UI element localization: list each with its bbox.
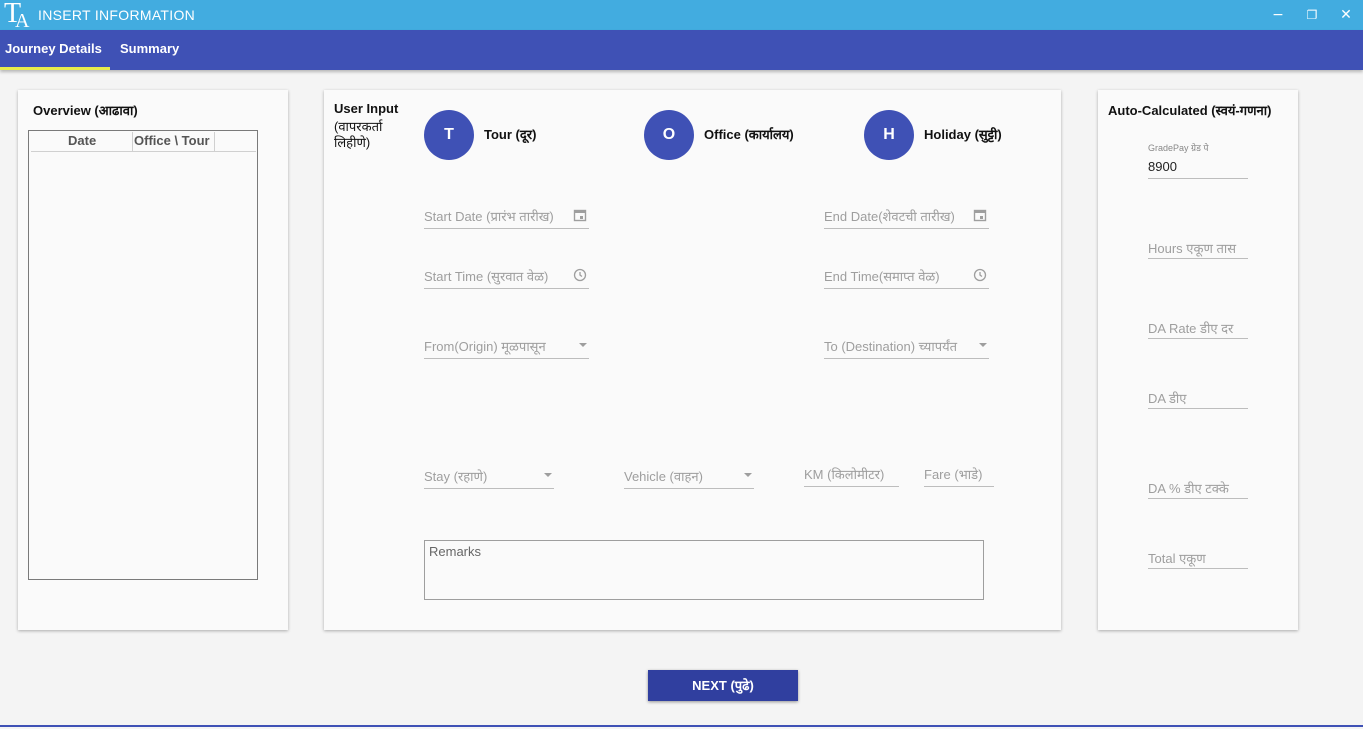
overview-card: Overview (आढावा) Date Office \ Tour (18, 90, 288, 630)
gradepay-label: GradePay ग्रेड पे (1148, 143, 1209, 153)
dropdown-arrow-icon[interactable] (579, 343, 587, 347)
office-label[interactable]: Office (कार्यालय) (704, 125, 794, 143)
vehicle-placeholder: Vehicle (वाहन) (624, 469, 703, 484)
column-separator (214, 132, 215, 152)
from-origin-dropdown[interactable]: From(Origin) मूळपासून (424, 335, 589, 359)
overview-grid[interactable]: Date Office \ Tour (28, 130, 258, 580)
tab-journey-details[interactable]: Journey Details (5, 41, 102, 56)
close-icon[interactable]: ✕ (1336, 5, 1356, 25)
dropdown-arrow-icon[interactable] (979, 343, 987, 347)
start-time-placeholder: Start Time (सुरवात वेळ) (424, 269, 549, 284)
km-input[interactable]: KM (किलोमीटर) (804, 463, 899, 487)
fare-input[interactable]: Fare (भाडे) (924, 463, 994, 487)
da-rate-placeholder: DA Rate डीए दर (1148, 321, 1234, 336)
tour-icon[interactable]: T (424, 110, 474, 160)
start-date-placeholder: Start Date (प्रारंभ तारीख) (424, 209, 554, 224)
gradepay-value: 8900 (1148, 159, 1177, 174)
calendar-icon[interactable] (573, 208, 587, 222)
column-header-date[interactable]: Date (68, 133, 96, 148)
auto-calculated-title: Auto-Calculated (स्वयं-गणना) (1108, 103, 1272, 118)
da-field[interactable]: DA डीए (1148, 389, 1248, 409)
total-field[interactable]: Total एकूण (1148, 549, 1248, 569)
end-time-picker[interactable]: End Time(समाप्त वेळ) (824, 265, 989, 289)
overview-title: Overview (आढावा) (33, 103, 138, 118)
bottom-border (0, 725, 1363, 727)
tour-label[interactable]: Tour (दूर) (484, 125, 536, 143)
hours-placeholder: Hours एकूण तास (1148, 241, 1237, 256)
da-rate-field[interactable]: DA Rate डीए दर (1148, 319, 1248, 339)
remarks-placeholder: Remarks (429, 544, 482, 559)
end-time-placeholder: End Time(समाप्त वेळ) (824, 269, 940, 284)
holiday-label[interactable]: Holiday (सुट्टी) (924, 125, 1002, 143)
da-placeholder: DA डीए (1148, 391, 1187, 406)
clock-icon[interactable] (573, 268, 587, 282)
vehicle-dropdown[interactable]: Vehicle (वाहन) (624, 465, 754, 489)
from-placeholder: From(Origin) मूळपासून (424, 339, 546, 354)
calendar-icon[interactable] (973, 208, 987, 222)
auto-calculated-card: Auto-Calculated (स्वयं-गणना) GradePay ग्… (1098, 90, 1298, 630)
office-icon[interactable]: O (644, 110, 694, 160)
start-time-picker[interactable]: Start Time (सुरवात वेळ) (424, 265, 589, 289)
grid-header: Date Office \ Tour (31, 132, 256, 152)
end-date-placeholder: End Date(शेवटची तारीख) (824, 209, 955, 224)
stay-placeholder: Stay (रहाणे) (424, 469, 488, 484)
user-input-title-line3: लिहीणे) (334, 135, 371, 150)
km-placeholder: KM (किलोमीटर) (804, 467, 885, 482)
app-logo: T A (2, 0, 32, 32)
minimize-icon[interactable]: − (1268, 5, 1288, 25)
user-input-title-line1: User Input (334, 101, 399, 116)
stay-dropdown[interactable]: Stay (रहाणे) (424, 465, 554, 489)
start-date-picker[interactable]: Start Date (प्रारंभ तारीख) (424, 205, 589, 229)
title-bar: T A INSERT INFORMATION − ❐ ✕ (0, 0, 1363, 32)
dropdown-arrow-icon[interactable] (744, 473, 752, 477)
tab-bar: Journey Details Summary (0, 30, 1363, 70)
gradepay-field[interactable]: 8900 (1148, 159, 1248, 179)
holiday-icon[interactable]: H (864, 110, 914, 160)
da-percent-field[interactable]: DA % डीए टक्के (1148, 479, 1248, 499)
da-percent-placeholder: DA % डीए टक्के (1148, 481, 1229, 496)
dropdown-arrow-icon[interactable] (544, 473, 552, 477)
restore-icon[interactable]: ❐ (1302, 5, 1322, 25)
to-destination-dropdown[interactable]: To (Destination) च्यापर्यंत (824, 335, 989, 359)
tab-summary[interactable]: Summary (120, 41, 179, 56)
clock-icon[interactable] (973, 268, 987, 282)
to-placeholder: To (Destination) च्यापर्यंत (824, 339, 958, 354)
next-button[interactable]: NEXT (पुढे) (648, 670, 798, 701)
window-title: INSERT INFORMATION (38, 7, 196, 23)
active-tab-indicator (0, 67, 110, 70)
user-input-card: User Input (वापरकर्ता लिहीणे) T Tour (दू… (324, 90, 1061, 630)
remarks-textarea[interactable]: Remarks (424, 540, 984, 600)
hours-field[interactable]: Hours एकूण तास (1148, 239, 1248, 259)
fare-placeholder: Fare (भाडे) (924, 467, 983, 482)
column-header-office-tour[interactable]: Office \ Tour (134, 133, 210, 148)
end-date-picker[interactable]: End Date(शेवटची तारीख) (824, 205, 989, 229)
column-separator (132, 132, 133, 152)
total-placeholder: Total एकूण (1148, 551, 1206, 566)
